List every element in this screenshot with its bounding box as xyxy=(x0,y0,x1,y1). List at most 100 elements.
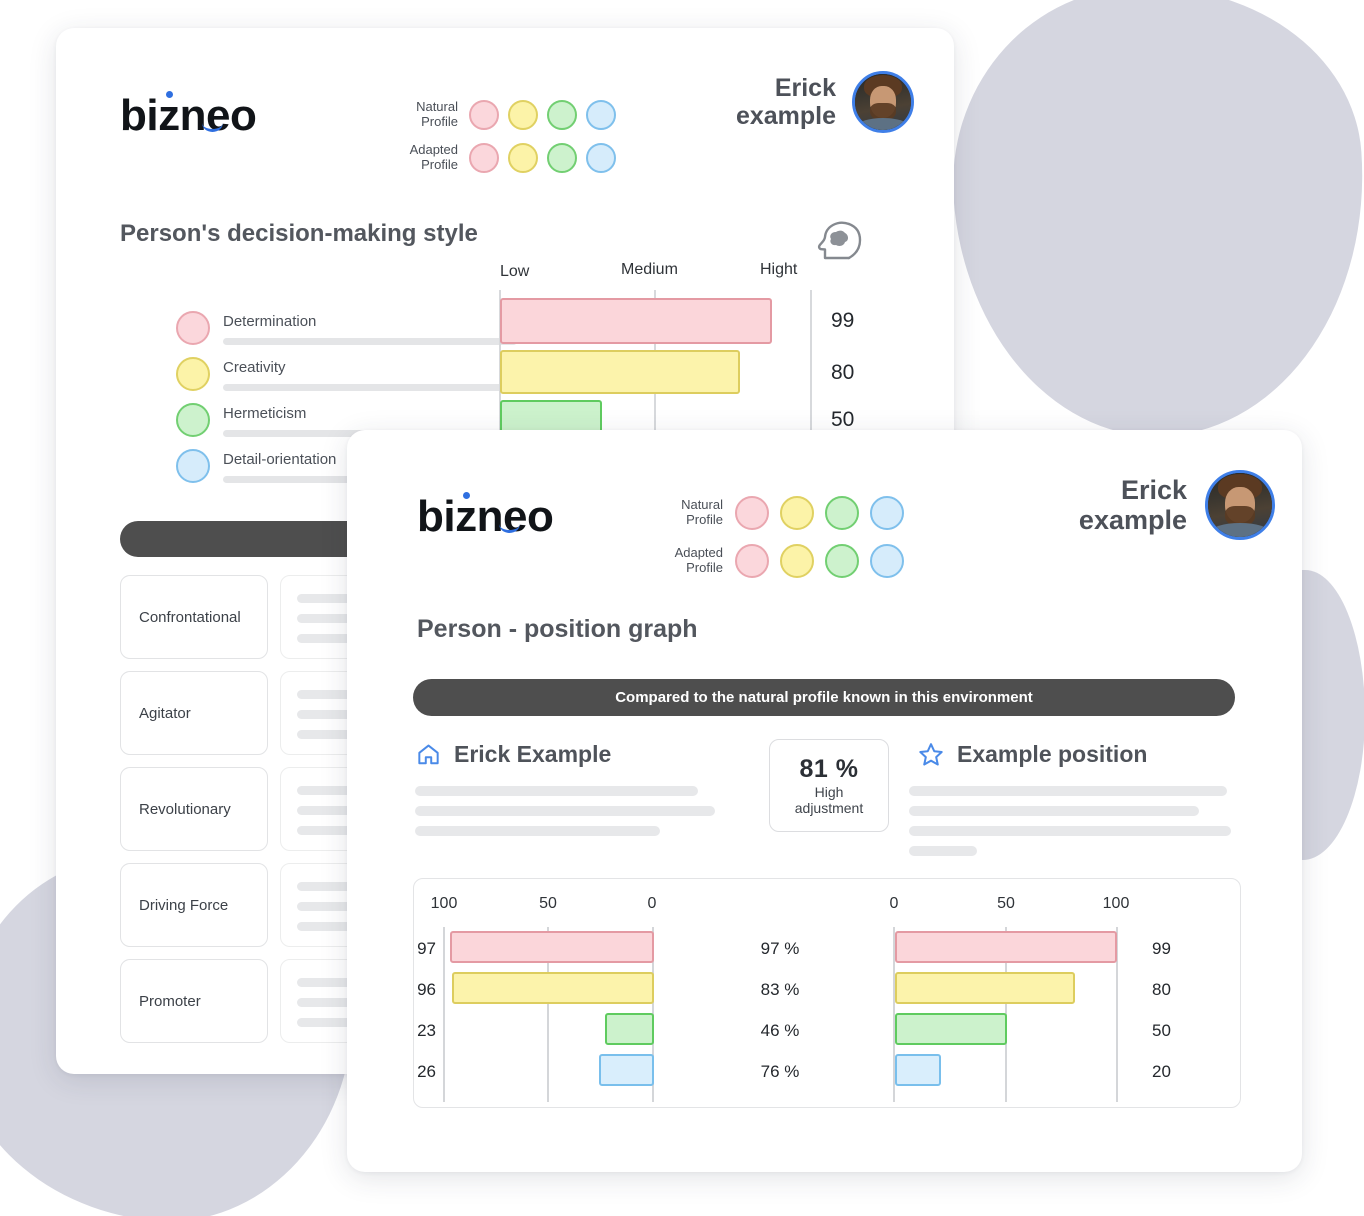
logo-dot-icon xyxy=(166,91,173,98)
background-blob-top-right xyxy=(939,0,1364,450)
dot-blue-icon xyxy=(586,100,616,130)
dot-yellow-icon xyxy=(780,544,814,578)
person-header: Erick example xyxy=(1037,470,1275,540)
tile-label: Revolutionary xyxy=(139,800,231,818)
tile-label: Driving Force xyxy=(139,896,229,914)
left-tick-0: 0 xyxy=(647,895,657,912)
tile-label: Agitator xyxy=(139,704,191,722)
profile-legend-dots xyxy=(735,544,904,578)
bizneo-logo: bizneo xyxy=(120,91,257,138)
skeleton-line xyxy=(415,786,698,796)
profile-legend-dots xyxy=(735,496,904,530)
score-value: 80 xyxy=(831,361,855,384)
profile-legend-label: Natural Profile xyxy=(681,497,723,527)
trait-label: Creativity xyxy=(223,359,286,376)
dot-yellow-icon xyxy=(176,357,210,391)
dot-blue-icon xyxy=(176,449,210,483)
dot-yellow-icon xyxy=(508,100,538,130)
profile-legend-label: Adapted Profile xyxy=(409,142,458,172)
tile-confrontational[interactable]: Confrontational xyxy=(120,575,268,659)
match-percent: 97 % xyxy=(760,939,800,958)
right-bar-hermeticism xyxy=(895,1013,1007,1045)
right-bar-determination xyxy=(895,931,1117,963)
dot-green-icon xyxy=(547,100,577,130)
left-value: 23 xyxy=(417,1021,436,1040)
adjustment-box: 81 % High adjustment xyxy=(769,739,889,832)
dot-yellow-icon xyxy=(780,496,814,530)
bar-creativity xyxy=(500,350,740,394)
trait-label: Hermeticism xyxy=(223,405,307,422)
dot-pink-icon xyxy=(469,100,499,130)
left-panel-header: Erick Example xyxy=(415,741,611,768)
dot-green-icon xyxy=(825,496,859,530)
right-tick-100: 100 xyxy=(1102,895,1130,912)
bizneo-logo: bizneo xyxy=(417,492,554,541)
left-value: 97 xyxy=(417,939,436,958)
dot-pink-icon xyxy=(735,496,769,530)
score-value: 50 xyxy=(831,408,855,431)
skeleton-line xyxy=(909,846,977,856)
skeleton-line xyxy=(909,806,1199,816)
list-item: Determination xyxy=(176,311,521,351)
compared-banner: Compared to the natural profile known in… xyxy=(413,679,1235,716)
left-bar-determination xyxy=(450,931,654,963)
star-icon xyxy=(919,743,943,766)
left-bar-creativity xyxy=(452,972,654,1004)
left-panel-title: Erick Example xyxy=(454,741,612,767)
position-graph-card: bizneo Natural Profile Adapted Profile E… xyxy=(347,430,1302,1172)
dot-pink-icon xyxy=(735,544,769,578)
skeleton-line xyxy=(909,786,1227,796)
profile-legend: Natural Profile Adapted Profile xyxy=(396,100,616,173)
tile-promoter[interactable]: Promoter xyxy=(120,959,268,1043)
tile-driving-force[interactable]: Driving Force xyxy=(120,863,268,947)
left-gridline-100 xyxy=(443,927,445,1102)
skeleton-line xyxy=(223,338,517,345)
profile-legend-label: Natural Profile xyxy=(416,99,458,129)
right-value: 20 xyxy=(1152,1062,1171,1081)
profile-legend-dots xyxy=(469,143,616,173)
left-tick-100: 100 xyxy=(430,895,458,912)
profile-legend-row: Adapted Profile xyxy=(657,544,904,578)
match-percent: 46 % xyxy=(760,1021,800,1040)
avatar xyxy=(1205,470,1275,540)
avatar xyxy=(852,71,914,133)
trait-label: Determination xyxy=(223,313,317,330)
right-panel-header: Example position xyxy=(917,741,1147,768)
home-icon xyxy=(418,744,439,765)
person-header: Erick example xyxy=(706,71,914,133)
adjustment-label: High adjustment xyxy=(794,783,864,816)
left-bar-hermeticism xyxy=(605,1013,654,1045)
right-tick-50: 50 xyxy=(997,895,1015,912)
compared-banner-label: Compared to the natural profile known in… xyxy=(615,689,1033,706)
bar-determination xyxy=(500,298,772,344)
axis-tick-hight: Hight xyxy=(760,261,798,278)
dot-blue-icon xyxy=(586,143,616,173)
bizneo-logo-text: bizneo xyxy=(417,492,554,541)
left-value: 26 xyxy=(417,1062,436,1081)
dot-green-icon xyxy=(547,143,577,173)
dot-blue-icon xyxy=(870,496,904,530)
match-percent: 83 % xyxy=(760,980,800,999)
left-value: 96 xyxy=(417,980,436,999)
left-bar-detail-orientation xyxy=(599,1054,654,1086)
tile-agitator[interactable]: Agitator xyxy=(120,671,268,755)
profile-legend-dots xyxy=(469,100,616,130)
skeleton-line xyxy=(415,826,660,836)
brain-head-icon xyxy=(817,221,862,260)
list-item: Creativity xyxy=(176,357,543,397)
profile-legend-row: Natural Profile xyxy=(396,100,616,130)
left-tick-50: 50 xyxy=(539,895,557,912)
skeleton-line xyxy=(223,384,543,391)
profile-legend: Natural Profile Adapted Profile xyxy=(657,496,904,578)
right-value: 99 xyxy=(1152,939,1171,958)
skeleton-line xyxy=(909,826,1231,836)
right-bar-creativity xyxy=(895,972,1075,1004)
axis-tick-medium: Medium xyxy=(621,261,678,278)
dot-blue-icon xyxy=(870,544,904,578)
profile-legend-label: Adapted Profile xyxy=(674,545,723,575)
logo-dot-icon xyxy=(463,492,470,499)
position-graph-frame: 100 50 0 97 96 23 26 97 % 83 % 46 % 76 %… xyxy=(413,878,1241,1108)
tile-revolutionary[interactable]: Revolutionary xyxy=(120,767,268,851)
dot-pink-icon xyxy=(469,143,499,173)
person-name: Erick example xyxy=(1078,474,1187,535)
